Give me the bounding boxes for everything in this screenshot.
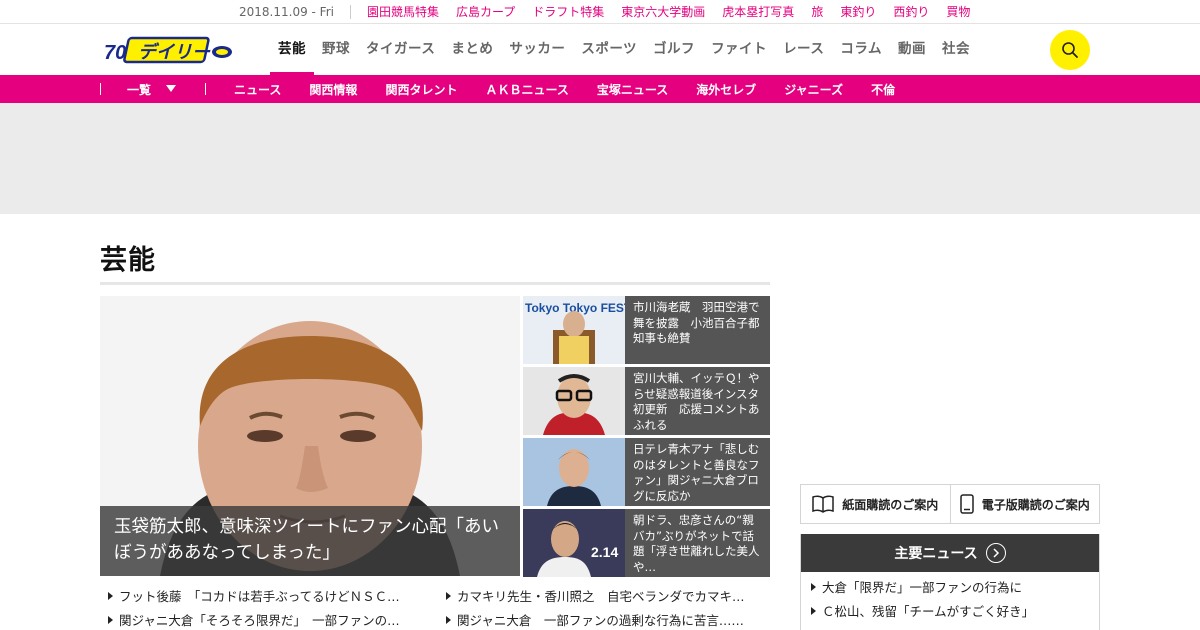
ad-banner-area	[0, 103, 1200, 214]
side-article-thumb	[523, 367, 625, 435]
site-header: 70th デイリー 芸能 野球 タイガース まとめ サッカー スポーツ ゴルフ …	[0, 24, 1200, 75]
top-link-big6-video[interactable]: 東京六大学動画	[621, 3, 705, 20]
nav-video[interactable]: 動画	[890, 24, 934, 75]
subnav-kansai-info[interactable]: 関西情報	[309, 81, 357, 98]
top-link-carp[interactable]: 広島カープ	[456, 3, 515, 20]
digital-subscription-label: 電子版購読のご案内	[981, 497, 1090, 512]
subnav-list-dropdown[interactable]: 一覧	[127, 81, 177, 98]
top-strip: 2018.11.09 - Fri 園田競馬特集 広島カープ ドラフト特集 東京六…	[0, 0, 1200, 24]
top-link-east-fishing[interactable]: 東釣り	[840, 3, 876, 20]
main-nav: 芸能 野球 タイガース まとめ サッカー スポーツ ゴルフ ファイト レース コ…	[270, 24, 978, 75]
subnav-johnnys[interactable]: ジャニーズ	[784, 81, 843, 98]
smartphone-icon	[959, 494, 974, 514]
nav-tigers[interactable]: タイガース	[358, 24, 443, 75]
subnav-divider	[100, 83, 101, 95]
top-link-draft[interactable]: ドラフト特集	[532, 3, 604, 20]
side-article-thumb	[523, 438, 625, 506]
daily-logo[interactable]: 70th デイリー	[104, 33, 234, 65]
side-article-title: 朝ドラ、忠彦さんの“親バカ”ぶりがネットで話題「浮き世離れした美人や…	[633, 513, 760, 574]
side-article-title: 宮川大輔、イッテＱ！やらせ疑惑報道後インスタ初更新 応援コメントあふれる	[633, 371, 760, 432]
nav-society[interactable]: 社会	[934, 24, 978, 75]
triangle-bullet-icon	[108, 592, 113, 600]
side-article[interactable]: Tokyo Tokyo FESTIVAL 市川海老蔵 羽田空港で舞を披露 小池百…	[523, 296, 770, 364]
main-news-header[interactable]: 主要ニュース	[801, 534, 1099, 572]
article-link[interactable]: フット後藤 「コカドは若手ぶってるけどＮＳＣ…	[108, 586, 428, 605]
nav-sports[interactable]: スポーツ	[573, 24, 645, 75]
side-article[interactable]: 2.14 朝ドラ、忠彦さんの“親バカ”ぶりがネットで話題「浮き世離れした美人や…	[523, 509, 770, 577]
triangle-bullet-icon	[811, 607, 816, 615]
subnav-kansai-talent[interactable]: 関西タレント	[385, 81, 457, 98]
subnav-akb[interactable]: ＡＫＢニュース	[485, 81, 568, 98]
side-article[interactable]: 宮川大輔、イッテＱ！やらせ疑惑報道後インスタ初更新 応援コメントあふれる	[523, 367, 770, 435]
main-news-box: 主要ニュース 大倉「限界だ」一部ファンの行為に Ｃ松山、残留「チームがすごく好き…	[800, 534, 1100, 630]
nav-baseball[interactable]: 野球	[314, 24, 358, 75]
sub-nav: 一覧 ニュース 関西情報 関西タレント ＡＫＢニュース 宝塚ニュース 海外セレブ…	[0, 75, 1200, 103]
nav-race[interactable]: レース	[775, 24, 832, 75]
nav-golf[interactable]: ゴルフ	[645, 24, 703, 75]
svg-text:デイリー: デイリー	[138, 42, 211, 63]
article-link[interactable]: カマキリ先生・香川照之 自宅ベランダでカマキ…	[446, 586, 766, 605]
top-link-shopping[interactable]: 買物	[946, 3, 970, 20]
caret-down-icon	[166, 85, 177, 92]
svg-text:2.14: 2.14	[591, 544, 618, 560]
main-content: 芸能 玉袋筋太郎、意味深ツイートにファン心配「あいぼうがああなってしまった」 T…	[0, 214, 1200, 630]
search-button[interactable]	[1050, 30, 1090, 70]
top-link-travel[interactable]: 旅	[811, 3, 823, 20]
top-link-west-fishing[interactable]: 西釣り	[893, 3, 929, 20]
triangle-bullet-icon	[446, 592, 451, 600]
paper-subscription-button[interactable]: 紙面購読のご案内	[801, 485, 950, 523]
article-link[interactable]: 関ジャニ大倉 一部ファンの過剰な行為に苦言……	[446, 610, 766, 629]
hero-caption: 玉袋筋太郎、意味深ツイートにファン心配「あいぼうがああなってしまった」	[100, 506, 520, 576]
nav-fight[interactable]: ファイト	[703, 24, 775, 75]
article-link[interactable]: 関ジャニ大倉「そろそろ限界だ」 一部ファンの…	[108, 610, 428, 629]
section-title: 芸能	[100, 245, 156, 276]
title-divider	[100, 282, 770, 285]
nav-matome[interactable]: まとめ	[443, 24, 501, 75]
hero-article[interactable]: 玉袋筋太郎、意味深ツイートにファン心配「あいぼうがああなってしまった」	[100, 296, 520, 576]
paper-subscription-label: 紙面購読のご案内	[842, 497, 939, 512]
side-article-list: Tokyo Tokyo FESTIVAL 市川海老蔵 羽田空港で舞を披露 小池百…	[523, 296, 770, 580]
side-article-title: 市川海老蔵 羽田空港で舞を披露 小池百合子都知事も絶賛	[633, 300, 760, 345]
search-icon	[1062, 42, 1078, 58]
nav-soccer[interactable]: サッカー	[501, 24, 573, 75]
digital-subscription-button[interactable]: 電子版購読のご案内	[949, 485, 1100, 523]
top-link-sonoda[interactable]: 園田競馬特集	[367, 3, 439, 20]
date-label: 2018.11.09 - Fri	[239, 4, 351, 19]
subnav-overseas-celeb[interactable]: 海外セレブ	[696, 81, 756, 98]
main-news-heading: 主要ニュース	[894, 546, 978, 562]
triangle-bullet-icon	[446, 616, 451, 624]
side-article[interactable]: 日テレ青木アナ「悲しむのはタレントと善良なファン」関ジャニ大倉ブログに反応か	[523, 438, 770, 506]
subnav-divider	[205, 83, 207, 95]
book-icon	[812, 495, 834, 513]
main-news-item[interactable]: Ｃ松山、残留「チームがすごく好き」	[801, 600, 1099, 624]
triangle-bullet-icon	[811, 583, 816, 591]
nav-geinou[interactable]: 芸能	[270, 24, 314, 75]
nav-column[interactable]: コラム	[832, 24, 890, 75]
subscription-buttons: 紙面購読のご案内 電子版購読のご案内	[800, 484, 1100, 524]
side-article-thumb: Tokyo Tokyo FESTIVAL	[523, 296, 625, 364]
subnav-news[interactable]: ニュース	[234, 81, 281, 98]
arrow-right-circle-icon	[985, 543, 1006, 563]
subnav-affair[interactable]: 不倫	[871, 81, 895, 98]
subnav-list-label: 一覧	[127, 82, 152, 97]
top-link-tigers-hr[interactable]: 虎本塁打写真	[722, 3, 794, 20]
side-article-title: 日テレ青木アナ「悲しむのはタレントと善良なファン」関ジャニ大倉ブログに反応か	[633, 442, 760, 503]
subnav-takarazuka[interactable]: 宝塚ニュース	[597, 81, 668, 98]
main-news-item[interactable]: 大倉「限界だ」一部ファンの行為に	[801, 576, 1099, 600]
triangle-bullet-icon	[108, 616, 113, 624]
side-article-thumb: 2.14	[523, 509, 625, 577]
